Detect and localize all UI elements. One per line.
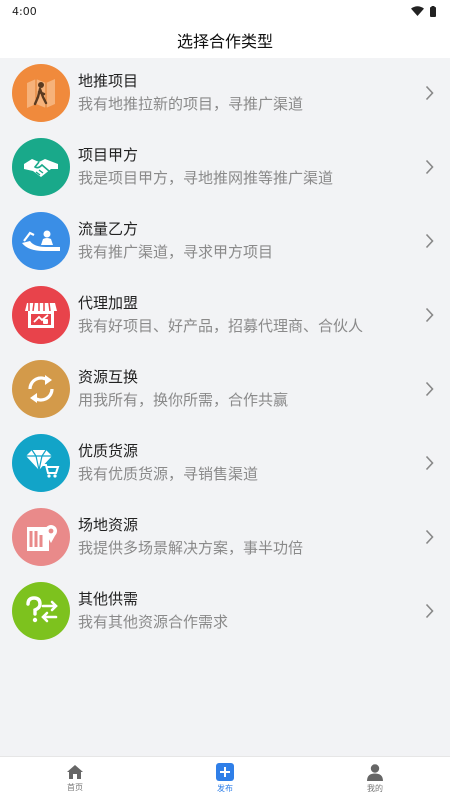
status-icons [411, 5, 436, 17]
tab-mine[interactable]: 我的 [300, 763, 450, 794]
item-title: 流量乙方 [78, 220, 139, 238]
item-description: 我是项目甲方，寻地推网推等推广渠道 [78, 169, 334, 187]
battery-icon [430, 5, 436, 17]
page-title: 选择合作类型 [176, 32, 273, 51]
item-description: 我有好项目、好产品，招募代理商、合伙人 [78, 317, 364, 335]
chevron-right-icon [425, 85, 434, 101]
handshake-icon [12, 138, 70, 196]
tab-home-label: 首页 [67, 783, 83, 792]
ground-promotion-icon [12, 64, 70, 122]
diamond-cart-icon [12, 434, 70, 492]
list-item-ground-promotion[interactable]: 地推项目 我有地推拉新的项目，寻推广渠道 [0, 56, 450, 130]
home-icon [67, 765, 83, 779]
user-icon [367, 764, 383, 781]
item-title: 其他供需 [78, 590, 139, 608]
item-description: 我有其他资源合作需求 [78, 613, 229, 631]
item-title: 代理加盟 [78, 294, 139, 312]
list-item-project-owner[interactable]: 项目甲方 我是项目甲方，寻地推网推等推广渠道 [0, 130, 450, 204]
list-item-venue-resources[interactable]: 场地资源 我提供多场景解决方案，事半功倍 [0, 500, 450, 574]
chevron-right-icon [425, 307, 434, 323]
tab-publish[interactable]: 发布 [150, 763, 300, 794]
chevron-right-icon [425, 603, 434, 619]
chevron-right-icon [425, 381, 434, 397]
question-exchange-icon [12, 582, 70, 640]
page-header: 选择合作类型 [0, 22, 450, 58]
add-icon [216, 763, 234, 781]
list-item-resource-exchange[interactable]: 资源互换 用我所有，换你所需，合作共赢 [0, 352, 450, 426]
item-title: 项目甲方 [78, 146, 139, 164]
tab-publish-label: 发布 [217, 784, 233, 793]
chevron-right-icon [425, 529, 434, 545]
chevron-right-icon [425, 159, 434, 175]
list-item-agency-franchise[interactable]: 代理加盟 我有好项目、好产品，招募代理商、合伙人 [0, 278, 450, 352]
tab-mine-label: 我的 [367, 784, 383, 793]
item-description: 我有推广渠道，寻求甲方项目 [78, 243, 274, 261]
status-bar: 4:00 [0, 0, 450, 22]
item-description: 我提供多场景解决方案，事半功倍 [78, 539, 304, 557]
list-item-other-needs[interactable]: 其他供需 我有其他资源合作需求 [0, 574, 450, 648]
status-time: 4:00 [12, 4, 37, 18]
bottom-tab-bar: 首页 发布 我的 [0, 756, 450, 800]
store-icon [12, 286, 70, 344]
wifi-icon [411, 6, 424, 16]
item-title: 资源互换 [78, 368, 139, 386]
item-title: 优质货源 [78, 442, 139, 460]
tab-home[interactable]: 首页 [0, 764, 150, 793]
item-title: 地推项目 [78, 72, 139, 90]
list-item-traffic-party[interactable]: 流量乙方 我有推广渠道，寻求甲方项目 [0, 204, 450, 278]
item-description: 我有优质货源，寻销售渠道 [78, 465, 259, 483]
chevron-right-icon [425, 233, 434, 249]
traffic-icon [12, 212, 70, 270]
item-title: 场地资源 [78, 516, 139, 534]
chevron-right-icon [425, 455, 434, 471]
item-description: 用我所有，换你所需，合作共赢 [78, 391, 289, 409]
cooperation-type-list: 地推项目 我有地推拉新的项目，寻推广渠道 项目甲方 我是项目甲方，寻地推网推等推… [0, 56, 450, 648]
item-description: 我有地推拉新的项目，寻推广渠道 [78, 95, 304, 113]
venue-map-icon [12, 508, 70, 566]
exchange-icon [12, 360, 70, 418]
list-item-quality-supply[interactable]: 优质货源 我有优质货源，寻销售渠道 [0, 426, 450, 500]
